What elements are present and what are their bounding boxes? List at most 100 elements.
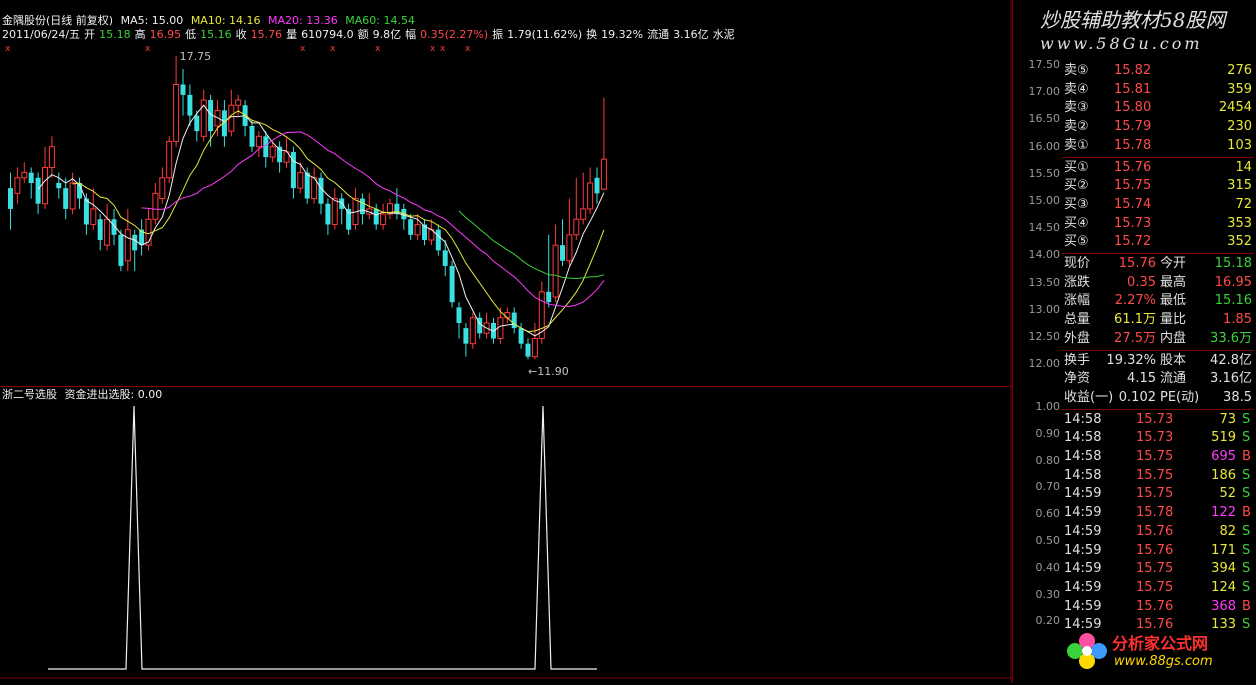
close-value: 15.76 (250, 28, 283, 41)
quote-value-2: 15.18 (1214, 256, 1252, 271)
price-tick: 15.00 (1028, 194, 1061, 207)
quote-value-2: 16.95 (1214, 274, 1252, 290)
quote-row[interactable]: 总量 61.1万 量比 1.85 (1062, 311, 1254, 329)
trade-tick-row[interactable]: 14:59 15.76 82 S (1062, 523, 1254, 541)
quote-row[interactable]: 涨跌 0.35 最高 16.95 (1062, 274, 1254, 292)
buy-price: 15.75 (1114, 178, 1152, 194)
quote-row[interactable]: 现价 15.76 今开 15.18 (1062, 255, 1254, 273)
buy-row[interactable]: 买④ 15.73 353 (1062, 215, 1254, 233)
ohlc-header: 2011/06/24/五开 15.18 高 16.95 低 15.16 收 15.76 量 610… (2, 28, 739, 42)
trade-tick-row[interactable]: 14:59 15.75 124 S (1062, 579, 1254, 597)
quote-label-2: 内盘 (1160, 330, 1187, 346)
price-tick: 14.50 (1028, 221, 1061, 235)
candle-body-down (359, 198, 365, 215)
vol-value: 610794.0 (301, 28, 354, 41)
candle-body-up (269, 146, 276, 158)
buy-price: 15.73 (1114, 215, 1152, 231)
price-tick: 17.00 (1028, 85, 1061, 99)
candle-body-up (331, 198, 338, 225)
indicator-tick: 0.50 (1035, 534, 1061, 547)
finance-label: 净资 (1064, 371, 1091, 387)
quote-value: 2.27% (1114, 293, 1156, 309)
candle-body-up (48, 146, 55, 168)
trade-tick-row[interactable]: 14:58 15.73 519 S (1062, 429, 1254, 447)
candle-body-up (166, 141, 173, 179)
sell-row[interactable]: 卖⑤ 15.82 276 (1062, 62, 1254, 80)
buy-volume: 315 (1227, 178, 1252, 194)
quote-value: 0.35 (1127, 274, 1156, 290)
quote-value: 61.1万 (1114, 312, 1156, 328)
sell-volume: 359 (1227, 81, 1252, 97)
finance-row[interactable]: 换手 19.32% 股本 42.8亿 (1062, 352, 1254, 370)
sell-row[interactable]: 卖① 15.78 103 (1062, 137, 1254, 155)
event-marker: x (465, 44, 471, 54)
tick-time: 14:59 (1064, 505, 1102, 521)
candle-body-up (159, 177, 166, 200)
tick-time: 14:58 (1064, 449, 1102, 464)
sector-label[interactable]: 水泥 (713, 28, 735, 41)
sell-row[interactable]: 卖④ 15.81 359 (1062, 81, 1254, 99)
candle-body-down (132, 234, 138, 251)
trade-tick-row[interactable]: 14:58 15.75 186 S (1062, 467, 1254, 485)
panel-separator (1062, 253, 1254, 254)
candle-body-up (90, 208, 97, 225)
trade-tick-row[interactable]: 14:59 15.76 368 B (1062, 598, 1254, 616)
event-marker: x (300, 44, 306, 54)
candle-body-down (339, 198, 345, 209)
candle-body-down (63, 188, 69, 209)
vol-label: 量 (286, 28, 298, 41)
ma-line-ma60 (458, 210, 605, 280)
tick-side: S (1242, 542, 1251, 558)
buy-row[interactable]: 买① 15.76 14 (1062, 159, 1254, 177)
tick-volume: 695 (1211, 449, 1236, 464)
candle-body-up (587, 182, 594, 210)
trade-tick-row[interactable]: 14:59 15.76 171 S (1062, 542, 1254, 560)
price-tick: 16.50 (1028, 112, 1061, 126)
tick-price: 15.75 (1136, 561, 1174, 577)
chart-divider (0, 386, 1012, 387)
tick-price: 15.76 (1136, 523, 1174, 539)
sell-row[interactable]: 卖② 15.79 230 (1062, 118, 1254, 136)
trade-tick-row[interactable]: 14:59 15.78 122 B (1062, 504, 1254, 522)
open-value: 15.18 (99, 28, 131, 41)
trade-tick-row[interactable]: 14:58 15.75 695 B (1062, 448, 1254, 466)
candle-body-down (518, 328, 524, 344)
stock-name[interactable]: 金隅股份(日线 前复权) (2, 14, 113, 27)
buy-row[interactable]: 买③ 15.74 72 (1062, 196, 1254, 214)
candle-body-down (83, 198, 89, 225)
finance-row[interactable]: 净资 4.15 流通 3.16亿 (1062, 370, 1254, 388)
trade-tick-row[interactable]: 14:59 15.75 52 S (1062, 485, 1254, 503)
candle-body-up (552, 244, 559, 298)
trade-tick-row[interactable]: 14:59 15.75 394 S (1062, 560, 1254, 578)
buy-price: 15.74 (1114, 196, 1152, 212)
buy-label: 买⑤ (1064, 234, 1089, 250)
tick-price: 15.73 (1136, 430, 1174, 446)
buy-label: 买② (1064, 178, 1089, 194)
buy-label: 买④ (1064, 215, 1089, 231)
tick-time: 14:59 (1064, 486, 1102, 502)
tick-price: 15.78 (1136, 505, 1174, 521)
kline-chart[interactable]: x x x x x x x x17.75←11.90 (0, 0, 1012, 683)
quote-row[interactable]: 涨幅 2.27% 最低 15.16 (1062, 292, 1254, 310)
event-marker: x (145, 44, 151, 54)
site-url: www.58Gu.com (1040, 34, 1203, 53)
quote-value-2: 15.16 (1214, 293, 1252, 309)
indicator-title[interactable]: 浙二号选股 (2, 388, 57, 401)
finance-row[interactable]: 收益(一) 0.102 PE(动) 38.5 (1062, 389, 1254, 407)
indicator-tick: 0.40 (1035, 560, 1061, 574)
candle-body-down (546, 291, 552, 303)
low-value: 15.16 (200, 28, 232, 41)
trade-tick-row[interactable]: 14:58 15.73 73 S (1062, 411, 1254, 429)
buy-row[interactable]: 买② 15.75 315 (1062, 177, 1254, 195)
sell-label: 卖⑤ (1064, 63, 1089, 78)
candle-body-down (449, 265, 455, 303)
candle-body-down (180, 84, 186, 95)
ma-header: 金隅股份(日线 前复权) MA5: 15.00 MA10: 14.16 MA20… (2, 14, 419, 28)
sell-row[interactable]: 卖③ 15.80 2454 (1062, 99, 1254, 117)
high-label: 高 (134, 28, 146, 41)
buy-row[interactable]: 买⑤ 15.72 352 (1062, 233, 1254, 251)
candle-body-up (414, 223, 421, 236)
price-tick: 12.00 (1028, 357, 1061, 371)
quote-row[interactable]: 外盘 27.5万 内盘 33.6万 (1062, 330, 1254, 348)
ma-line-ma20 (141, 131, 605, 308)
